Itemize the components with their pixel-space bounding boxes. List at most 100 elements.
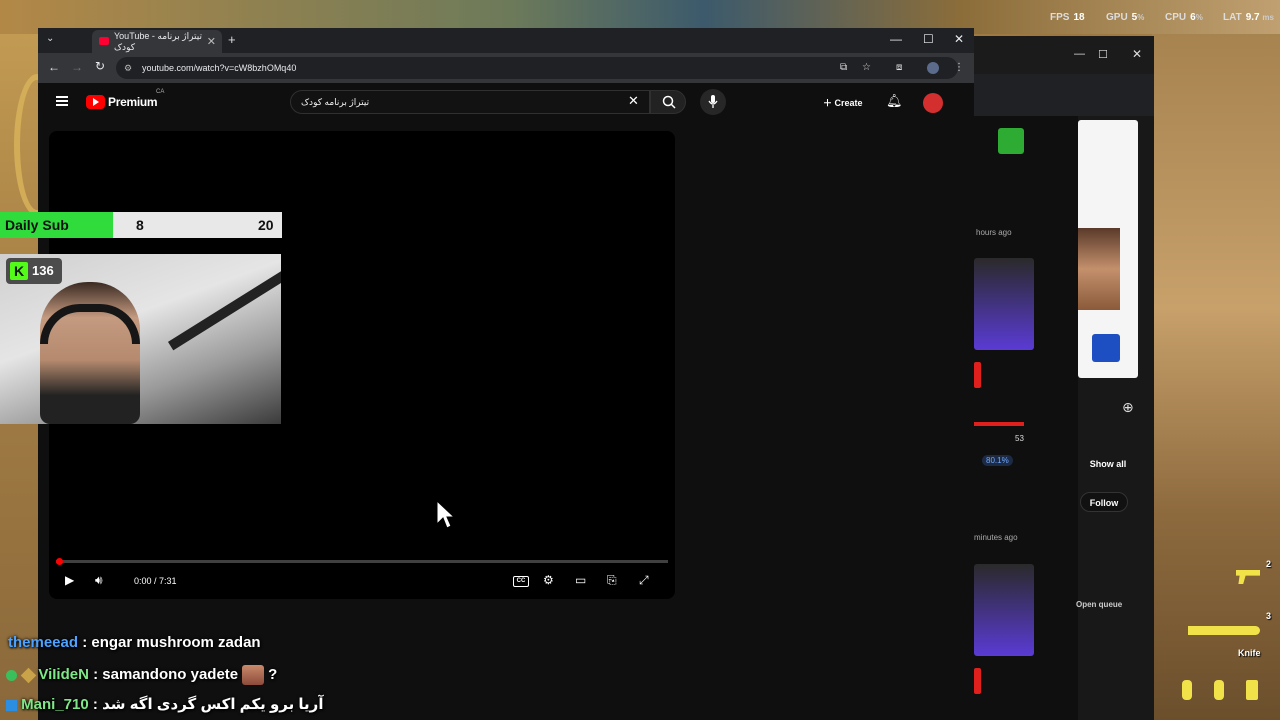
tab-close-icon[interactable]: ✕ [207, 35, 216, 48]
percent-badge: 80.1% [982, 455, 1013, 466]
weapon-slot-3: 3 [1266, 611, 1272, 621]
plus-icon: ＋ [823, 98, 835, 108]
chat-emote [242, 665, 265, 685]
reload-icon[interactable]: ↻ [95, 59, 105, 73]
green-app-icon[interactable] [998, 128, 1024, 154]
site-info-icon[interactable]: ⚙ [124, 57, 132, 79]
microphone-icon [708, 95, 718, 108]
logo-text: Premium [108, 95, 158, 109]
verified-badge-icon [6, 669, 17, 681]
extensions-icon[interactable]: ⧈ [896, 57, 902, 79]
install-app-icon[interactable]: ⧉ [840, 57, 847, 79]
video-progress-bar[interactable] [56, 558, 668, 565]
show-all-button[interactable]: Show all [1082, 454, 1134, 474]
settings-gear-icon[interactable]: ⚙ [543, 573, 554, 587]
subscriber-badge-icon [6, 699, 17, 711]
background-window-titlebar[interactable]: ☐ ✕ — [974, 36, 1154, 74]
chat-separator: : [88, 665, 103, 683]
daily-sub-label: Daily Sub [5, 217, 69, 233]
mouse-cursor-icon [436, 500, 456, 529]
chat-separator: : [88, 696, 103, 713]
new-tab-button[interactable]: + [228, 32, 236, 47]
background-maximize-button[interactable]: ☐ [1098, 48, 1108, 61]
youtube-favicon-icon [99, 37, 109, 45]
theater-mode-icon[interactable]: ▭ [575, 573, 586, 587]
gpu-readout: GPU 5% [1106, 12, 1145, 23]
game-background-right [1152, 34, 1280, 720]
hours-ago-text: hours ago [976, 228, 1012, 237]
browser-toolbar: ← → ↻ ⚙ youtube.com/watch?v=cW8bzhOMq40 … [38, 53, 974, 83]
tab-search-chevron-icon[interactable]: ⌄ [46, 33, 54, 44]
profile-avatar[interactable] [927, 62, 939, 74]
maximize-button[interactable]: ☐ [923, 32, 934, 46]
chat-message: Mani_710 : آریا برو یکم اکس گردی اگه شد [6, 695, 323, 713]
chat-text: samandono yadete [102, 665, 239, 683]
browser-menu-icon[interactable]: ⋮ [954, 57, 964, 79]
close-button[interactable]: ✕ [954, 32, 964, 46]
daily-sub-goal-bar: Daily Sub 8 20 [0, 212, 282, 238]
search-input[interactable]: تیتراژ برنامه کودک [290, 90, 650, 114]
chat-username: ViIideN [38, 665, 89, 683]
viewer-count: 136 [32, 263, 54, 278]
kick-logo-icon: K [10, 262, 28, 280]
background-close-button[interactable]: ✕ [1132, 47, 1142, 61]
red-progress-bar [974, 422, 1024, 426]
weapon-slot-2: 2 [1266, 559, 1272, 569]
cast-icon[interactable]: ⎘ [607, 573, 617, 588]
mic-arm [167, 267, 281, 351]
play-button[interactable]: ▶ [65, 573, 74, 587]
tab-youtube[interactable]: YouTube - تیتراژ برنامه کودک ✕ [92, 30, 222, 53]
profile-card[interactable] [1078, 120, 1138, 378]
knife-label: Knife [1238, 648, 1261, 658]
url-text: youtube.com/watch?v=cW8bzhOMq40 [142, 63, 297, 73]
youtube-header: Premium CA تیتراژ برنامه کودک ✕ ＋ Create… [38, 83, 974, 123]
captions-button[interactable]: CC [513, 576, 529, 587]
create-button[interactable]: ＋ Create [813, 91, 873, 115]
search-button[interactable] [650, 90, 686, 114]
profile-photo [1078, 228, 1120, 310]
feed-thumbnail-2[interactable] [974, 564, 1034, 656]
fullscreen-icon[interactable]: ⤢ [639, 573, 649, 588]
minutes-ago-text: minutes ago [974, 533, 1018, 542]
chat-message: ViIideN : samandono yadete? [6, 665, 277, 685]
add-icon[interactable]: ⊕ [1122, 399, 1134, 416]
chat-username: Mani_710 [21, 696, 89, 713]
daily-sub-goal: 20 [258, 217, 274, 233]
rank-badge-icon [20, 667, 37, 683]
follow-button[interactable]: Follow [1080, 492, 1128, 512]
account-avatar[interactable] [923, 93, 943, 113]
background-minimize-button[interactable]: — [1074, 48, 1085, 60]
region-code: CA [156, 89, 165, 95]
bookmark-star-icon[interactable]: ☆ [862, 57, 871, 79]
grenade-icon-3 [1246, 680, 1258, 700]
red-indicator-2 [974, 668, 981, 694]
volume-icon[interactable]: 🔊︎ [95, 573, 103, 588]
chat-separator: : [78, 634, 92, 651]
clear-search-icon[interactable]: ✕ [628, 93, 639, 109]
youtube-logo[interactable]: Premium CA [86, 89, 164, 109]
feed-thumbnail-1[interactable] [974, 258, 1034, 350]
daily-sub-current: 8 [136, 217, 144, 233]
chat-message: themeead : engar mushroom zadan [8, 634, 261, 651]
count-text: 53 [1015, 434, 1024, 443]
youtube-play-icon [86, 95, 105, 109]
menu-icon[interactable] [56, 96, 68, 106]
tab-strip: ⌄ YouTube - تیتراژ برنامه کودک ✕ + — ☐ ✕ [38, 28, 974, 53]
open-queue-link[interactable]: Open queue [1076, 600, 1122, 609]
fps-readout: FPS 18 [1050, 12, 1085, 23]
back-icon[interactable]: ← [48, 60, 60, 74]
grenade-icon-2 [1214, 680, 1224, 700]
search-icon [662, 95, 676, 109]
knife-icon [1188, 626, 1260, 635]
chat-suffix: ? [268, 665, 278, 683]
chat-text: engar mushroom zadan [91, 634, 261, 651]
progress-scrubber[interactable] [56, 558, 63, 565]
grenade-icon-1 [1182, 680, 1192, 700]
chat-text: آریا برو یکم اکس گردی اگه شد [102, 696, 324, 713]
notifications-bell-icon[interactable]: 🔔︎ [886, 93, 903, 109]
logo-badge-icon [1092, 334, 1120, 362]
address-bar[interactable]: ⚙ youtube.com/watch?v=cW8bzhOMq40 ⧉ ☆ ⧈ … [116, 57, 964, 79]
voice-search-button[interactable] [700, 89, 726, 115]
minimize-button[interactable]: — [890, 32, 902, 46]
forward-icon[interactable]: → [71, 60, 83, 74]
